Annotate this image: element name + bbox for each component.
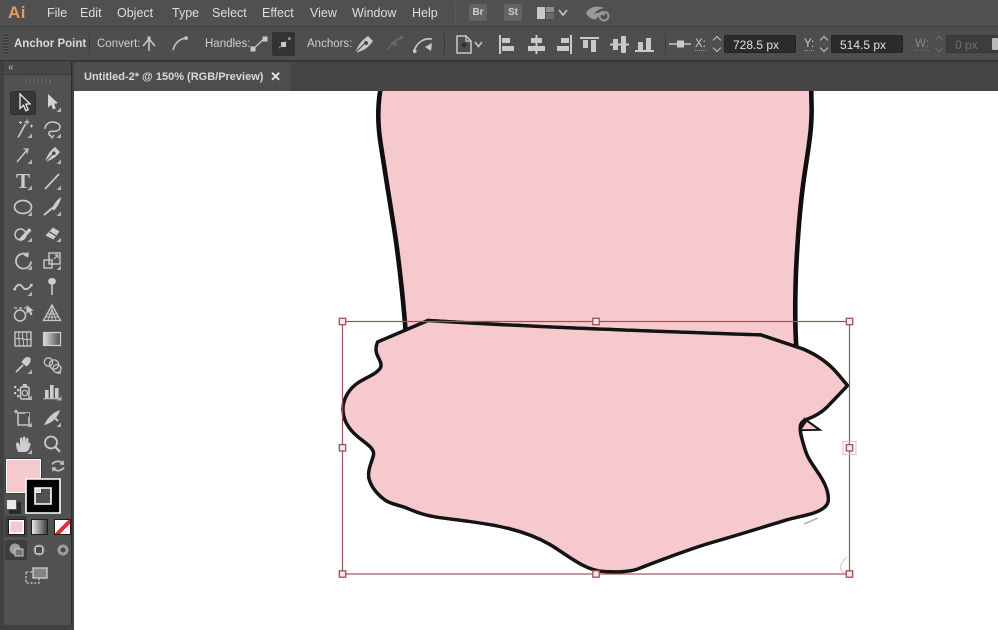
svg-text:T: T bbox=[16, 170, 30, 192]
